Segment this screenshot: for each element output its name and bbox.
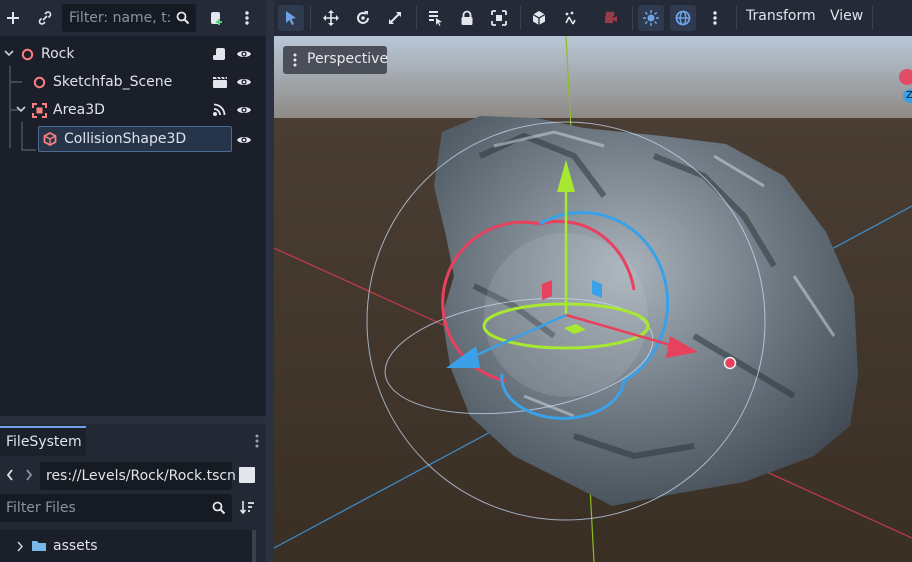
file-item-assets[interactable]: assets — [0, 532, 252, 560]
node3d-icon — [33, 76, 46, 89]
tree-item-label: Sketchfab_Scene — [53, 74, 173, 90]
lock-button[interactable] — [454, 5, 480, 31]
viewport-splitter[interactable] — [266, 0, 274, 562]
eye-icon[interactable] — [236, 47, 252, 61]
chevron-right-icon[interactable] — [16, 541, 24, 552]
group-button[interactable] — [486, 5, 512, 31]
toolbar-separator — [310, 6, 311, 30]
camera-icon — [605, 11, 617, 23]
tree-item-label: CollisionShape3D — [64, 131, 187, 147]
collision-radius-handle[interactable] — [723, 356, 737, 370]
viewport-more-button[interactable] — [702, 5, 728, 31]
scale-icon — [389, 12, 401, 24]
kebab-menu-icon[interactable] — [254, 433, 260, 449]
folder-icon — [32, 541, 46, 551]
kebab-menu-icon — [293, 53, 297, 67]
eye-icon[interactable] — [236, 75, 252, 89]
perspective-label: Perspective — [307, 51, 389, 67]
attach-script-button[interactable] — [203, 5, 229, 31]
tree-item-area3d[interactable]: Area3D — [0, 96, 264, 124]
cursor-arrow-icon — [286, 11, 296, 25]
add-node-button[interactable] — [0, 5, 26, 31]
preview-sun-button[interactable] — [638, 5, 664, 31]
local-space-button[interactable] — [526, 5, 552, 31]
search-icon — [176, 11, 190, 25]
file-item-label: assets — [53, 538, 98, 554]
toggle-view-button[interactable] — [239, 467, 255, 483]
eye-icon[interactable] — [236, 103, 252, 117]
back-arrow-icon[interactable] — [5, 468, 15, 482]
toolbar-separator — [872, 6, 873, 30]
instance-scene-button[interactable] — [32, 5, 58, 31]
sun-icon — [643, 10, 659, 26]
scene-more-button[interactable] — [234, 5, 260, 31]
rotate-mode-button[interactable] — [350, 5, 376, 31]
search-icon — [212, 501, 226, 515]
link-icon — [38, 11, 52, 25]
rotate-icon — [357, 11, 369, 24]
clapperboard-icon[interactable] — [212, 75, 228, 89]
preview-camera-button[interactable] — [598, 5, 624, 31]
perspective-menu-button[interactable]: Perspective — [283, 46, 389, 74]
chevron-down-icon[interactable] — [4, 50, 14, 58]
toolbar-separator — [736, 6, 737, 30]
menu-view[interactable]: View — [830, 8, 863, 24]
filter-files-placeholder: Filter Files — [6, 500, 76, 516]
tree-item-label: Area3D — [53, 102, 105, 118]
area3d-icon — [32, 103, 47, 118]
scrollbar[interactable] — [252, 530, 256, 562]
select-mode-button[interactable] — [278, 5, 304, 31]
list-select-button[interactable] — [422, 5, 448, 31]
file-list: assets — [0, 530, 256, 562]
tree-item-sketchfab-scene[interactable]: Sketchfab_Scene — [0, 68, 264, 96]
tab-filesystem[interactable]: FileSystem — [0, 426, 86, 456]
scene-filter-input[interactable]: Filter: name, t:t — [62, 4, 196, 32]
forward-arrow-icon[interactable] — [24, 468, 34, 482]
preview-environment-button[interactable] — [670, 5, 696, 31]
tab-label: FileSystem — [6, 434, 82, 450]
sort-icon[interactable] — [239, 499, 255, 515]
path-field[interactable]: res://Levels/Rock/Rock.tscn — [40, 462, 236, 490]
kebab-menu-icon — [245, 11, 249, 25]
lock-icon — [461, 10, 473, 25]
script-icon[interactable] — [212, 47, 228, 61]
snap-icon — [565, 11, 576, 25]
tree-item-collisionshape3d[interactable]: CollisionShape3D — [38, 126, 232, 152]
snap-button[interactable] — [558, 5, 584, 31]
filter-files-input[interactable]: Filter Files — [0, 494, 232, 522]
node3d-icon — [21, 48, 34, 61]
menu-transform[interactable]: Transform — [746, 8, 816, 24]
globe-icon — [675, 10, 691, 26]
tree-item-rock[interactable]: Rock — [0, 40, 264, 68]
toolbar-separator — [416, 6, 417, 30]
cube-icon — [532, 11, 546, 25]
scene-toolbar: Filter: name, t:t — [0, 0, 266, 36]
viewport-toolbar: Transform View — [274, 0, 912, 36]
toolbar-separator — [632, 6, 633, 30]
view-gizmo-z-label: Z — [906, 90, 912, 101]
collision-shape-icon — [43, 132, 57, 146]
move-mode-button[interactable] — [318, 5, 344, 31]
kebab-menu-icon — [713, 11, 717, 25]
tree-item-label: Rock — [41, 46, 75, 62]
signal-icon[interactable] — [212, 103, 228, 117]
scene-tree: Rock Sketchfab_Scene Area3D — [0, 38, 264, 414]
move-icon — [323, 10, 339, 26]
dock-splitter[interactable] — [0, 416, 266, 424]
scale-mode-button[interactable] — [382, 5, 408, 31]
viewport-scene[interactable] — [274, 36, 912, 562]
group-icon — [491, 10, 507, 26]
chevron-down-icon[interactable] — [16, 106, 26, 114]
plus-icon — [7, 12, 19, 24]
path-value: res://Levels/Rock/Rock.tscn — [46, 468, 236, 484]
script-add-icon — [211, 12, 222, 25]
3d-viewport[interactable] — [274, 36, 912, 562]
eye-icon[interactable] — [236, 133, 252, 147]
scene-filter-placeholder: Filter: name, t:t — [69, 10, 171, 26]
toolbar-separator — [520, 6, 521, 30]
list-select-icon — [429, 11, 442, 26]
